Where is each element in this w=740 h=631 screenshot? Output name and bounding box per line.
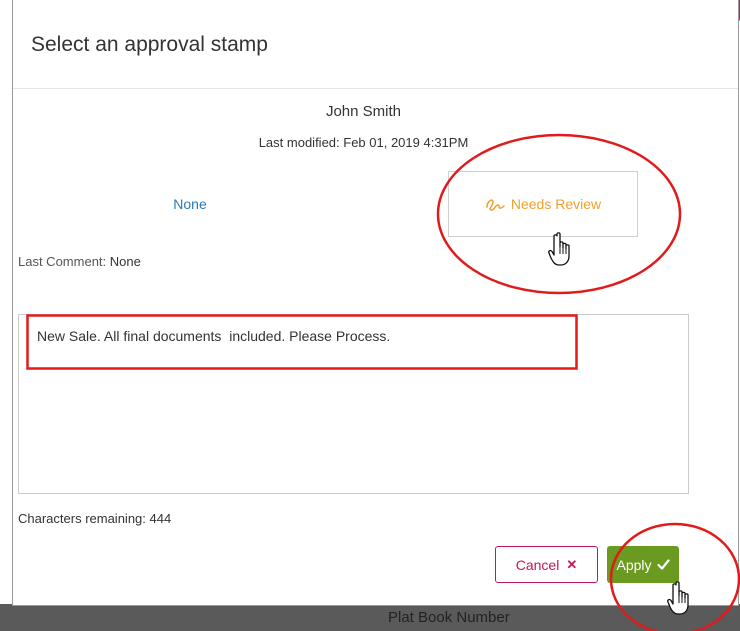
dialog-title: Select an approval stamp: [31, 33, 268, 56]
user-name: John Smith: [325, 103, 402, 120]
apply-button-label: Apply: [616, 556, 652, 573]
needs-review-label: Needs Review: [510, 196, 602, 212]
dialog-header: Select an approval stamp: [13, 0, 738, 89]
close-icon: ✕: [566, 556, 578, 572]
checkmark-icon: [656, 559, 670, 570]
cancel-button[interactable]: Cancel ✕: [495, 546, 598, 583]
last-modified-text: Last modified: Feb 01, 2019 4:31PM: [258, 135, 469, 150]
last-comment: Last Comment: None: [18, 254, 141, 269]
cancel-button-label: Cancel: [515, 556, 560, 573]
stamp-option-none[interactable]: None: [150, 196, 230, 212]
plat-book-number-label: Plat Book Number: [388, 609, 510, 626]
signature-icon: [486, 199, 505, 211]
comment-textarea[interactable]: New Sale. All final documents included. …: [18, 314, 689, 494]
apply-button[interactable]: Apply: [607, 546, 679, 583]
last-comment-label: Last Comment:: [18, 254, 107, 269]
stamp-option-needs-review[interactable]: Needs Review: [448, 171, 638, 237]
background-page-strip: Plat Book Number: [0, 604, 740, 631]
characters-remaining: Characters remaining: 444: [18, 511, 172, 526]
last-comment-value: None: [109, 254, 141, 269]
